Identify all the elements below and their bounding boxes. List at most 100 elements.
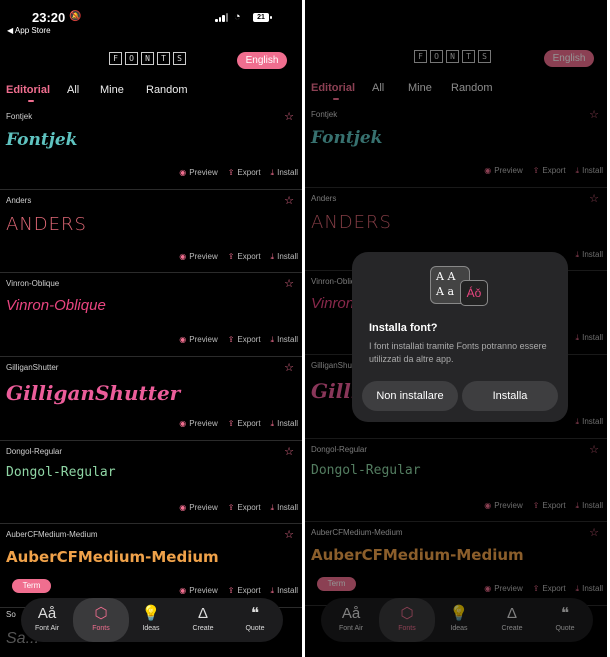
battery-icon: 21	[253, 13, 272, 22]
share-icon: ⇪	[227, 586, 235, 596]
term-badge[interactable]: Term	[12, 579, 51, 594]
font-actions: ◉ Preview ⇪ Export ⤓ Install	[179, 252, 298, 262]
logo-letter: T	[157, 52, 170, 65]
status-bar: 23:20 🔕 ◀ App Store ◔ 21	[0, 8, 302, 38]
preview-button[interactable]: ◉ Preview	[179, 419, 217, 429]
install-button[interactable]: ⤓ Install	[271, 503, 298, 513]
download-icon: ⤓	[270, 419, 275, 429]
font-name: Fontjek	[6, 112, 33, 121]
install-button[interactable]: ⤓ Install	[271, 419, 298, 429]
export-button[interactable]: ⇪ Export	[228, 168, 261, 178]
share-icon: ⇪	[227, 502, 235, 512]
active-tab-indicator	[28, 100, 34, 102]
create-icon: Δ	[197, 605, 209, 622]
nav-font-air[interactable]: Aå Font Air	[21, 598, 73, 642]
favorite-star-icon[interactable]: ☆	[284, 110, 294, 123]
share-icon: ⇪	[227, 335, 235, 345]
font-card[interactable]: GilliganShutter ☆ GilliganShutter ◉ Previ…	[0, 357, 302, 441]
tab-all[interactable]: All	[67, 84, 79, 96]
favorite-star-icon[interactable]: ☆	[284, 445, 294, 458]
dialog-title: Installa font?	[369, 322, 438, 334]
font-card[interactable]: Anders ☆ ANDERS ◉ Preview ⇪ Export ⤓ Instal…	[0, 190, 302, 274]
font-card[interactable]: Vinron-Oblique ☆ Vinron-Oblique ◉ Preview…	[0, 273, 302, 358]
fonts-icon: ⬡	[94, 605, 108, 622]
preview-button[interactable]: ◉ Preview	[179, 335, 217, 345]
font-list: Fontjek ☆ Fontjek ◉ Preview ⇪ Export ⤓ Inst…	[0, 106, 302, 628]
font-sample: Dongol-Regular	[6, 464, 116, 480]
download-icon: ⤓	[270, 251, 275, 261]
share-icon: ⇪	[227, 168, 235, 177]
download-icon: ⤓	[270, 168, 275, 177]
tab-random[interactable]: Random	[146, 84, 188, 96]
font-sample: AuberCFMedium-Medium	[6, 548, 219, 567]
nav-label: Font Air	[34, 625, 60, 632]
font-card[interactable]: AuberCFMedium-Medium ☆ AuberCFMedium-Med…	[0, 524, 302, 609]
export-label: Export	[237, 419, 261, 429]
dont-install-button[interactable]: Non installare	[362, 381, 458, 411]
export-button[interactable]: ⇪ Export	[228, 503, 261, 513]
muted-bell-icon: 🔕	[69, 11, 82, 22]
app-screen-right: F O N T S English Editorial All Mine Ran…	[305, 0, 607, 657]
fonts-app-icon: A A A a Áǒ	[430, 266, 488, 306]
install-confirm-button[interactable]: Installa	[462, 381, 558, 411]
nav-fonts[interactable]: ⬡ Fonts	[73, 598, 129, 642]
font-actions: ◉ Preview ⇪ Export ⤓ Install	[179, 586, 298, 596]
language-button[interactable]: English	[237, 52, 287, 69]
eye-icon: ◉	[179, 168, 187, 177]
app-screen-left: 23:20 🔕 ◀ App Store ◔ 21 F O N T S Engli…	[0, 0, 302, 657]
font-actions: ◉ Preview ⇪ Export ⤓ Install	[179, 335, 298, 345]
font-name: GilliganShutter	[6, 363, 59, 373]
tab-editorial[interactable]: Editorial	[6, 84, 50, 96]
install-button[interactable]: ⤓ Install	[271, 168, 298, 178]
app-logo: F O N T S	[109, 52, 186, 65]
install-label: Install	[277, 419, 298, 429]
download-icon: ⤓	[270, 586, 275, 596]
export-button[interactable]: ⇪ Export	[228, 586, 261, 596]
preview-button[interactable]: ◉ Preview	[179, 168, 217, 178]
font-sample: ANDERS	[6, 213, 87, 235]
signal-icon	[215, 12, 229, 22]
preview-label: Preview	[189, 168, 218, 177]
quote-icon: ❝	[250, 605, 260, 622]
export-label: Export	[237, 168, 261, 177]
favorite-star-icon[interactable]: ☆	[284, 277, 294, 290]
export-label: Export	[237, 502, 261, 512]
logo-letter: F	[109, 52, 122, 65]
share-icon: ⇪	[227, 251, 235, 261]
favorite-star-icon[interactable]: ☆	[284, 194, 294, 207]
nav-label: Ideas	[142, 625, 160, 632]
dialog-message: I font installati tramite Fonts potranno…	[369, 341, 547, 364]
status-time: 23:20	[32, 10, 66, 25]
preview-label: Preview	[189, 419, 218, 429]
font-name: Anders	[6, 195, 32, 205]
preview-button[interactable]: ◉ Preview	[179, 586, 217, 596]
font-air-icon: Aå	[37, 605, 57, 622]
favorite-star-icon[interactable]: ☆	[284, 528, 294, 541]
nav-ideas[interactable]: 💡 Ideas	[125, 598, 177, 642]
favorite-star-icon[interactable]: ☆	[284, 361, 294, 374]
install-button[interactable]: ⤓ Install	[271, 586, 298, 596]
font-card[interactable]: Dongol-Regular ☆ Dongol-Regular ◉ Preview…	[0, 441, 302, 525]
export-label: Export	[237, 251, 261, 261]
install-label: Install	[277, 168, 298, 177]
preview-label: Preview	[189, 251, 218, 261]
eye-icon: ◉	[179, 419, 187, 429]
font-card[interactable]: Fontjek ☆ Fontjek ◉ Preview ⇪ Export ⤓ Inst…	[0, 106, 302, 190]
install-button[interactable]: ⤓ Install	[271, 252, 298, 262]
export-button[interactable]: ⇪ Export	[228, 335, 261, 345]
download-icon: ⤓	[270, 502, 275, 512]
install-label: Install	[277, 335, 298, 345]
back-to-app-store[interactable]: ◀ App Store	[7, 26, 51, 35]
tab-mine[interactable]: Mine	[100, 84, 124, 96]
logo-letter: O	[125, 52, 138, 65]
preview-button[interactable]: ◉ Preview	[179, 252, 217, 262]
nav-create[interactable]: Δ Create	[177, 598, 229, 642]
eye-icon: ◉	[179, 502, 187, 512]
preview-button[interactable]: ◉ Preview	[179, 503, 217, 513]
export-button[interactable]: ⇪ Export	[228, 252, 261, 262]
export-button[interactable]: ⇪ Export	[228, 419, 261, 429]
nav-quote[interactable]: ❝ Quote	[229, 598, 281, 642]
font-sample: Fontjek	[6, 130, 78, 150]
font-name: AuberCFMedium-Medium	[6, 530, 98, 540]
install-button[interactable]: ⤓ Install	[271, 335, 298, 345]
